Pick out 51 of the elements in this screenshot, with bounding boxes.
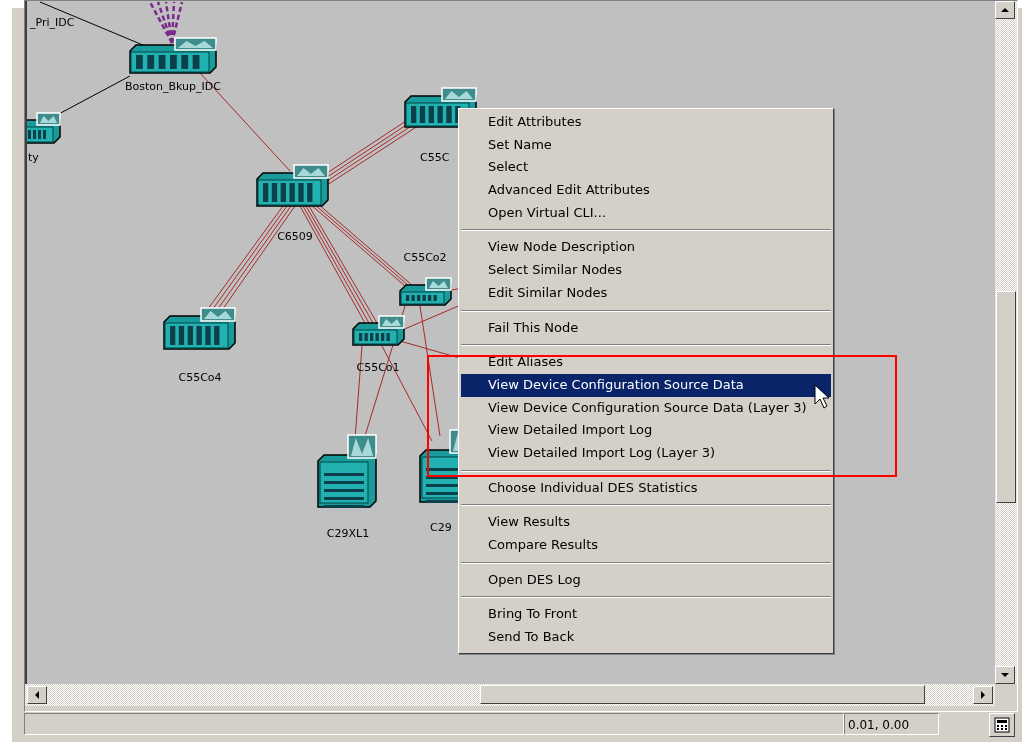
scroll-left-button[interactable] xyxy=(27,686,47,704)
network-switch-icon[interactable] xyxy=(162,307,237,351)
node-label: C55C xyxy=(420,151,450,165)
node-label: C29 xyxy=(430,521,452,535)
menu-item[interactable]: Compare Results xyxy=(461,534,831,557)
mouse-cursor-icon xyxy=(814,384,830,410)
scroll-up-button[interactable] xyxy=(995,1,1015,19)
node-label: C55Co1 xyxy=(356,361,400,375)
node-label: C29XL1 xyxy=(326,527,370,541)
menu-item[interactable]: Send To Back xyxy=(461,626,831,649)
node-label: C55Co2 xyxy=(403,251,447,265)
network-switch-icon[interactable] xyxy=(351,315,406,347)
menu-item[interactable]: Open Virtual CLI... xyxy=(461,201,831,225)
switch-chassis-icon[interactable] xyxy=(316,434,378,509)
scroll-thumb[interactable] xyxy=(996,291,1016,503)
menu-item[interactable]: Edit Aliases xyxy=(461,351,831,374)
calculator-icon[interactable] xyxy=(989,713,1015,737)
vertical-scrollbar[interactable] xyxy=(995,1,1017,684)
menu-item[interactable]: Fail This Node xyxy=(461,316,831,340)
arrow-up-icon xyxy=(1001,6,1009,14)
menu-item[interactable]: View Detailed Import Log xyxy=(461,419,831,442)
scroll-right-button[interactable] xyxy=(973,686,993,704)
menu-item[interactable]: View Device Configuration Source Data xyxy=(461,373,831,397)
node-label: C6509 xyxy=(277,230,313,244)
menu-item[interactable]: Set Name xyxy=(461,133,831,157)
menu-item[interactable]: Select xyxy=(461,156,831,180)
network-switch-icon[interactable] xyxy=(398,277,453,307)
menu-item[interactable]: View Device Configuration Source Data (Layer 3) xyxy=(461,396,831,420)
arrow-left-icon xyxy=(33,691,41,699)
scroll-down-button[interactable] xyxy=(995,666,1015,684)
menu-item[interactable]: Select Similar Nodes xyxy=(461,259,831,282)
menu-item[interactable]: View Node Description xyxy=(461,236,831,260)
menu-item[interactable]: Open DES Log xyxy=(461,568,831,592)
network-switch-icon[interactable] xyxy=(255,164,330,208)
menu-item[interactable]: Edit Similar Nodes xyxy=(461,281,831,305)
menu-item[interactable]: Choose Individual DES Statistics xyxy=(461,476,831,500)
horizontal-scrollbar[interactable] xyxy=(25,684,995,706)
node-label: ty xyxy=(28,151,39,165)
menu-item[interactable]: View Results xyxy=(461,511,831,534)
network-switch-icon[interactable] xyxy=(128,37,218,75)
coordinates-readout: 0.01, 0.00 xyxy=(844,713,939,735)
arrow-right-icon xyxy=(979,691,987,699)
menu-item[interactable]: Edit Attributes xyxy=(461,111,831,134)
scroll-thumb[interactable] xyxy=(480,685,925,704)
arrow-down-icon xyxy=(1001,671,1009,679)
node-label: C55Co4 xyxy=(178,371,222,385)
menu-item[interactable]: Advanced Edit Attributes xyxy=(461,179,831,202)
node-label: Boston_Bkup_IDC xyxy=(125,80,221,94)
menu-item[interactable]: Bring To Front xyxy=(461,603,831,627)
menu-item[interactable]: View Detailed Import Log (Layer 3) xyxy=(461,441,831,465)
node-label: _Pri_IDC xyxy=(30,16,75,30)
